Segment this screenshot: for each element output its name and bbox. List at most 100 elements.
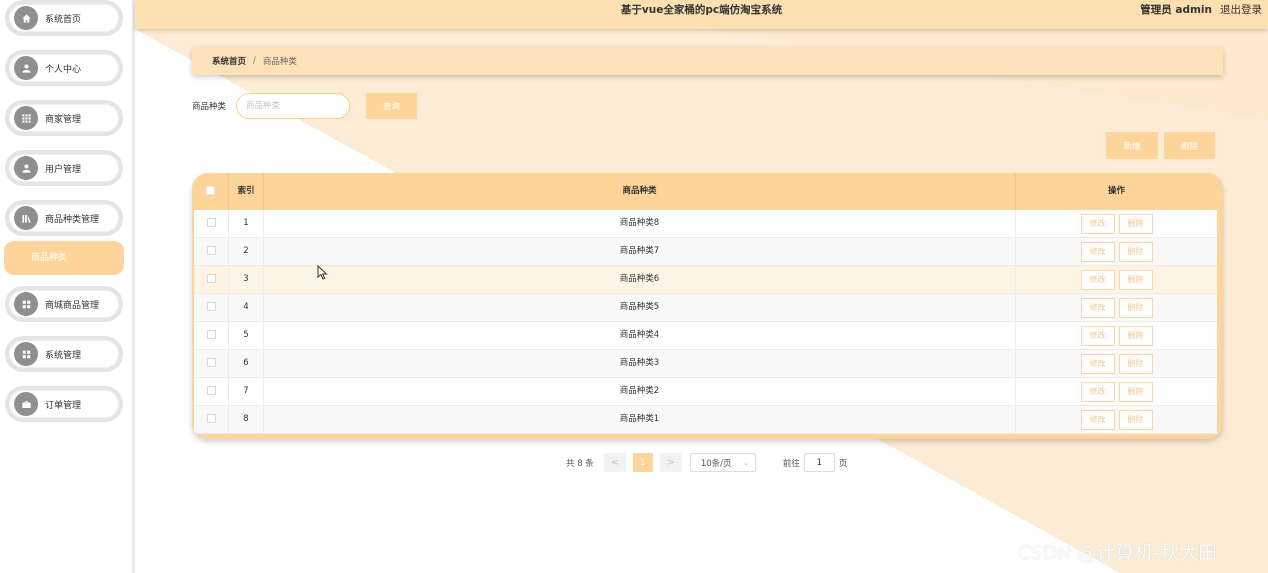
header-actions: 操作 xyxy=(1107,186,1125,196)
row-select[interactable] xyxy=(194,238,229,265)
delete-button[interactable]: 删除 xyxy=(1118,241,1153,262)
checkbox[interactable] xyxy=(206,414,216,423)
edit-button[interactable]: 修改 xyxy=(1080,213,1115,234)
row-select[interactable] xyxy=(194,210,229,237)
search-input[interactable] xyxy=(236,93,350,119)
checkbox[interactable] xyxy=(205,186,215,195)
table-row[interactable]: 5 商品种类4 修改 删除 xyxy=(194,322,1217,350)
top-bar: 基于vue全家桶的pc端仿淘宝系统 管理员 admin 退出登录 xyxy=(135,0,1268,29)
goto-page-input[interactable] xyxy=(803,453,835,472)
sidebar-item-label: 用户管理 xyxy=(45,164,82,175)
sidebar-item-profile[interactable]: 个人中心 xyxy=(5,50,123,86)
row-actions: 修改 删除 xyxy=(1016,238,1217,265)
sidebar-item-products[interactable]: 商城商品管理 xyxy=(5,286,123,322)
header-select-all[interactable] xyxy=(192,173,229,210)
table-header: 索引 商品种类 操作 xyxy=(192,173,1223,210)
breadcrumb-separator: / xyxy=(253,56,256,66)
sidebar-item-merchants[interactable]: 商家管理 xyxy=(5,100,123,136)
row-index: 1 xyxy=(229,210,264,237)
goto-prefix: 前往 xyxy=(782,458,800,469)
checkbox[interactable] xyxy=(206,358,216,367)
sidebar-item-users[interactable]: 用户管理 xyxy=(5,150,123,186)
row-index: 3 xyxy=(229,266,264,293)
row-category: 商品种类1 xyxy=(264,406,1016,433)
edit-button[interactable]: 修改 xyxy=(1080,241,1115,262)
prev-page-button[interactable]: < xyxy=(603,453,626,472)
app-title: 基于vue全家桶的pc端仿淘宝系统 xyxy=(620,4,783,16)
row-select[interactable] xyxy=(194,406,229,433)
row-index: 7 xyxy=(229,378,264,405)
edit-button[interactable]: 修改 xyxy=(1080,381,1115,402)
row-category: 商品种类3 xyxy=(264,350,1016,377)
batch-delete-button[interactable]: 删除 xyxy=(1164,132,1215,159)
row-category: 商品种类2 xyxy=(264,378,1016,405)
sidebar-item-label: 个人中心 xyxy=(45,64,82,75)
row-actions: 修改 删除 xyxy=(1016,210,1217,237)
page-size-select[interactable]: 10条/页 ⌄ xyxy=(689,453,756,472)
delete-button[interactable]: 删除 xyxy=(1118,297,1153,318)
row-actions: 修改 删除 xyxy=(1016,322,1217,349)
edit-button[interactable]: 修改 xyxy=(1080,325,1115,346)
delete-button[interactable]: 删除 xyxy=(1118,409,1153,430)
row-select[interactable] xyxy=(194,322,229,349)
edit-button[interactable]: 修改 xyxy=(1080,353,1115,374)
row-select[interactable] xyxy=(194,350,229,377)
table-row[interactable]: 1 商品种类8 修改 删除 xyxy=(194,210,1217,238)
table-row[interactable]: 3 商品种类6 修改 删除 xyxy=(194,266,1217,294)
row-category: 商品种类8 xyxy=(264,210,1016,237)
edit-button[interactable]: 修改 xyxy=(1080,297,1115,318)
row-category: 商品种类6 xyxy=(264,266,1016,293)
add-button[interactable]: 新增 xyxy=(1106,132,1158,159)
delete-button[interactable]: 删除 xyxy=(1118,353,1153,374)
table-row[interactable]: 2 商品种类7 修改 删除 xyxy=(194,238,1217,266)
checkbox[interactable] xyxy=(206,330,216,339)
table-row[interactable]: 8 商品种类1 修改 删除 xyxy=(194,406,1217,434)
query-button[interactable]: 查询 xyxy=(366,93,417,119)
sidebar-item-home[interactable]: 系统首页 xyxy=(5,0,123,36)
edit-button[interactable]: 修改 xyxy=(1080,269,1115,290)
sidebar-item-label: 商城商品管理 xyxy=(45,300,100,311)
delete-button[interactable]: 删除 xyxy=(1118,381,1153,402)
checkbox[interactable] xyxy=(206,274,216,283)
total-count: 共 8 条 xyxy=(566,458,594,469)
delete-button[interactable]: 删除 xyxy=(1118,325,1153,346)
sidebar-subitem-category[interactable]: 商品种类 xyxy=(4,241,124,275)
next-page-button[interactable]: > xyxy=(659,453,682,472)
checkbox[interactable] xyxy=(206,246,216,255)
current-page[interactable]: 1 xyxy=(632,453,653,472)
row-select[interactable] xyxy=(194,266,229,293)
delete-button[interactable]: 删除 xyxy=(1118,269,1153,290)
checkbox[interactable] xyxy=(206,302,216,311)
search-label: 商品种类 xyxy=(192,102,227,112)
checkbox[interactable] xyxy=(206,218,216,227)
breadcrumb-home[interactable]: 系统首页 xyxy=(212,55,246,67)
sidebar-item-orders[interactable]: 订单管理 xyxy=(5,386,123,422)
apps-icon xyxy=(14,292,38,316)
sidebar-item-category-mgmt[interactable]: 商品种类管理 xyxy=(5,200,123,236)
row-select[interactable] xyxy=(194,294,229,321)
header-category: 商品种类 xyxy=(264,173,1016,210)
row-actions: 修改 删除 xyxy=(1016,294,1217,321)
sidebar-item-label: 订单管理 xyxy=(45,400,82,411)
row-index: 5 xyxy=(229,322,264,349)
grid-icon xyxy=(14,106,38,130)
sidebar-item-label: 商品种类管理 xyxy=(45,214,100,225)
chart-icon xyxy=(14,206,38,230)
table-row[interactable]: 6 商品种类3 修改 删除 xyxy=(194,350,1217,378)
chevron-down-icon: ⌄ xyxy=(742,458,749,467)
sidebar-item-system[interactable]: 系统管理 xyxy=(5,336,123,372)
logout-link[interactable]: 退出登录 xyxy=(1220,0,1262,20)
checkbox[interactable] xyxy=(206,386,216,395)
breadcrumb-current: 商品种类 xyxy=(262,57,297,67)
table-row[interactable]: 7 商品种类2 修改 删除 xyxy=(194,378,1217,406)
edit-button[interactable]: 修改 xyxy=(1080,409,1115,430)
row-category: 商品种类7 xyxy=(264,238,1016,265)
row-select[interactable] xyxy=(194,378,229,405)
delete-button[interactable]: 删除 xyxy=(1118,213,1153,234)
briefcase-icon xyxy=(14,392,38,416)
sidebar-item-label: 商家管理 xyxy=(45,114,82,125)
row-category: 商品种类5 xyxy=(264,294,1016,321)
breadcrumb: 系统首页 / 商品种类 xyxy=(192,47,1223,75)
row-index: 4 xyxy=(229,294,264,321)
table-row[interactable]: 4 商品种类5 修改 删除 xyxy=(194,294,1217,322)
